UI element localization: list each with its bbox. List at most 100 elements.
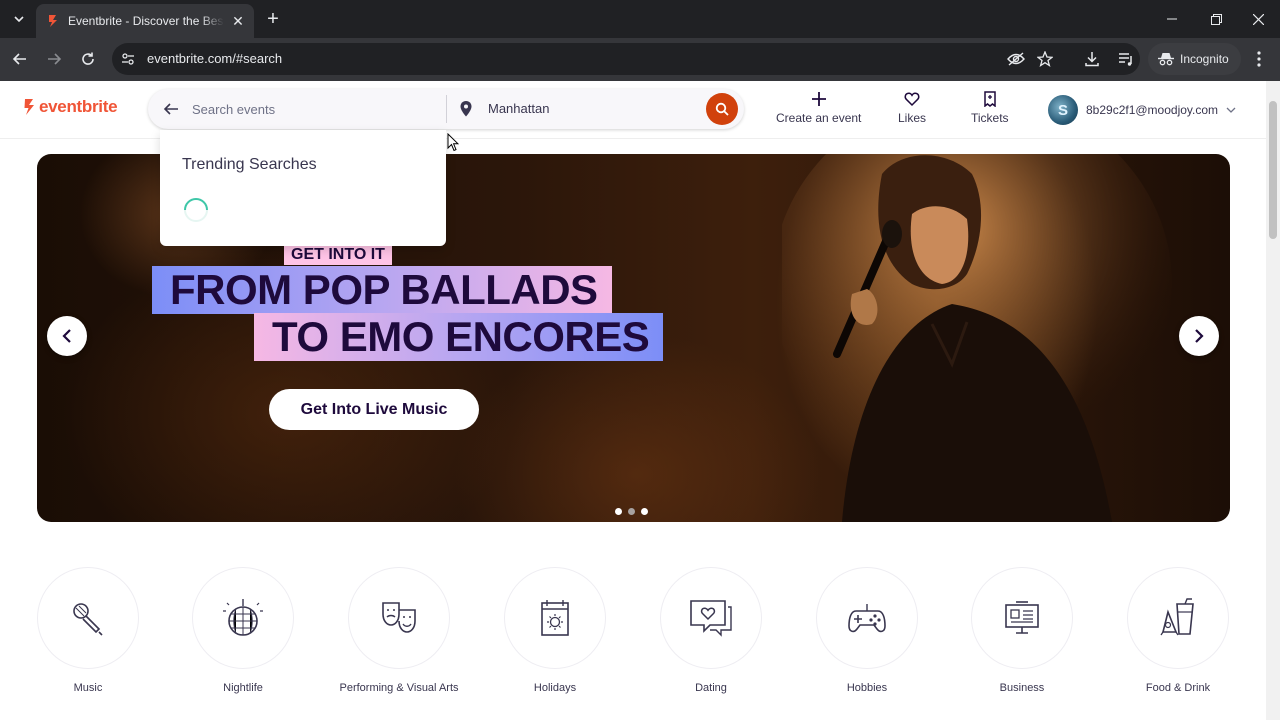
singer-photo [782,154,1202,522]
likes-link[interactable]: Likes [898,91,926,125]
minimize-icon[interactable] [1150,0,1194,38]
category-performing-visual-arts[interactable]: Performing & Visual Arts [334,567,464,696]
browser-menu-icon[interactable] [1248,48,1270,70]
tab-title: Eventbrite - Discover the Best Local Eve… [68,14,224,28]
category-label: Nightlife [183,681,303,696]
category-holidays[interactable]: Holidays [490,567,620,696]
disco-ball-icon [222,597,264,639]
category-hobbies[interactable]: Hobbies [802,567,932,696]
back-arrow-icon[interactable] [162,100,180,118]
search-bar: Manhattan [148,89,744,129]
category-icon-circle [1127,567,1229,669]
search-input[interactable] [192,100,432,118]
incognito-icon [1158,52,1174,66]
restore-icon[interactable] [1194,0,1238,38]
search-button[interactable] [706,93,738,125]
address-bar[interactable]: eventbrite.com/#search [112,43,1140,75]
category-label: Business [962,681,1082,696]
back-icon[interactable] [9,48,31,70]
category-icon-circle [660,567,762,669]
carousel-dots [615,508,654,515]
new-tab-icon[interactable]: + [262,9,284,31]
media-controls-icon[interactable] [1115,48,1137,70]
mouse-cursor-icon [447,133,459,152]
carousel-dot[interactable] [641,508,648,515]
location-input[interactable]: Manhattan [488,101,549,116]
theater-masks-icon [379,598,419,638]
category-label: Food & Drink [1118,681,1238,696]
category-label: Performing & Visual Arts [339,681,459,696]
search-divider [446,95,447,123]
eventbrite-favicon-icon [46,14,60,28]
chat-heart-icon [688,598,734,638]
chevron-left-icon [62,328,72,344]
drinks-icon [1159,598,1197,638]
carousel-dot[interactable] [615,508,622,515]
avatar: S [1048,95,1078,125]
category-icon-circle [192,567,294,669]
category-icon-circle [971,567,1073,669]
category-icon-circle [816,567,918,669]
incognito-label: Incognito [1180,52,1229,66]
eventbrite-logo[interactable]: eventbrite [22,97,117,117]
url-text[interactable]: eventbrite.com/#search [147,51,282,66]
create-event-label: Create an event [776,111,861,125]
category-dating[interactable]: Dating [646,567,776,696]
search-icon [715,102,729,116]
microphone-icon [68,598,108,638]
ticket-icon [982,91,998,107]
calendar-sun-icon [537,598,573,638]
category-label: Dating [651,681,771,696]
chevron-right-icon [1194,328,1204,344]
hero-cta-button[interactable]: Get Into Live Music [269,389,479,430]
hero-headline-line-2: TO EMO ENCORES [254,313,663,361]
download-icon[interactable] [1081,48,1103,70]
category-icon-circle [348,567,450,669]
tab-search-chevron-icon[interactable] [8,8,30,30]
page-viewport: eventbrite Manhattan Create an event [0,81,1280,720]
carousel-dot[interactable] [628,508,635,515]
category-row: Music Nightlife [0,567,1266,717]
account-email: 8b29c2f1@moodjoy.com [1086,103,1218,117]
category-nightlife[interactable]: Nightlife [178,567,308,696]
create-event-link[interactable]: Create an event [776,91,861,125]
hero-kicker: GET INTO IT [284,245,392,265]
browser-tab-bar: Eventbrite - Discover the Best Local Eve… [0,0,1280,38]
category-icon-circle [37,567,139,669]
presentation-board-icon [1003,599,1041,637]
hero-headline-line-1: FROM POP BALLADS [152,266,612,314]
page-scrollbar[interactable] [1266,81,1280,720]
eventbrite-logo-icon [22,98,36,116]
carousel-prev-button[interactable] [47,316,87,356]
loading-spinner-icon [182,196,210,224]
category-icon-circle [504,567,606,669]
category-music[interactable]: Music [23,567,153,696]
forward-icon[interactable] [43,48,65,70]
category-label: Music [28,681,148,696]
eye-off-icon[interactable] [1005,48,1027,70]
category-food-drink[interactable]: Food & Drink [1113,567,1243,696]
close-window-icon[interactable] [1236,0,1280,38]
tab-close-icon[interactable]: ✕ [230,13,246,29]
category-label: Hobbies [807,681,927,696]
reload-icon[interactable] [77,48,99,70]
bookmark-star-icon[interactable] [1034,48,1056,70]
browser-toolbar: eventbrite.com/#search Incognito [0,38,1280,81]
scrollbar-thumb[interactable] [1269,101,1277,239]
tickets-link[interactable]: Tickets [971,91,1009,125]
plus-icon [811,91,827,107]
browser-tab[interactable]: Eventbrite - Discover the Best Local Eve… [36,4,254,38]
incognito-badge[interactable]: Incognito [1148,43,1241,75]
account-menu[interactable]: S 8b29c2f1@moodjoy.com [1048,95,1236,125]
carousel-next-button[interactable] [1179,316,1219,356]
category-business[interactable]: Business [957,567,1087,696]
trending-searches-dropdown: Trending Searches [160,130,446,246]
gamepad-icon [847,602,887,634]
location-pin-icon [458,100,474,118]
likes-label: Likes [898,111,926,125]
site-info-icon[interactable] [120,51,136,67]
heart-icon [904,91,920,107]
trending-searches-title: Trending Searches [182,156,317,174]
chevron-down-icon [1226,107,1236,113]
category-label: Holidays [495,681,615,696]
